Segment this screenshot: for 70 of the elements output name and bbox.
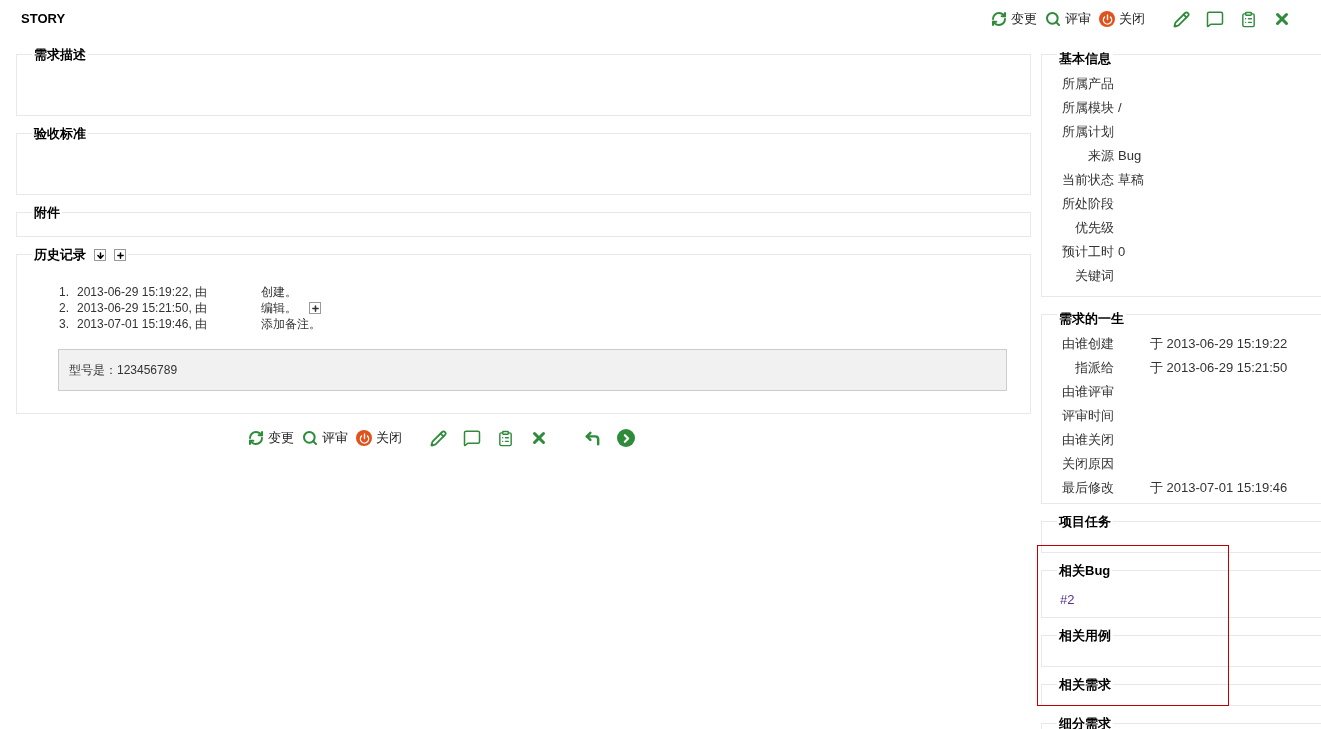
- action-button[interactable]: 关闭: [1099, 9, 1145, 29]
- section-title: 基本信息: [1059, 50, 1111, 68]
- action-button[interactable]: 评审: [1045, 9, 1091, 29]
- section-title: 附件: [34, 204, 60, 222]
- comment-icon: [463, 429, 481, 447]
- field-value: 草稿: [1118, 171, 1144, 189]
- field-label: 关键词: [1074, 267, 1114, 285]
- sort-icon[interactable]: [94, 249, 106, 261]
- section-title: 相关Bug: [1059, 562, 1111, 580]
- action-button[interactable]: 变更: [991, 9, 1037, 29]
- field-value: 0: [1118, 243, 1126, 261]
- history-number: 1.: [58, 284, 69, 300]
- field-label: 最后修改: [1061, 479, 1114, 497]
- bug-link[interactable]: #2: [1060, 590, 1075, 610]
- history-action: 编辑。: [261, 300, 297, 316]
- comment-text: 型号是：123456789: [69, 362, 178, 379]
- power-icon: [1099, 11, 1115, 27]
- field-label: 当前状态: [1061, 171, 1114, 189]
- search-icon: [1045, 11, 1061, 27]
- history-time: 2013-06-29 15:19:22, 由: [77, 284, 209, 300]
- action-button[interactable]: 关闭: [356, 428, 402, 448]
- history-time: 2013-06-29 15:21:50, 由: [77, 300, 209, 316]
- field-label: 所处阶段: [1061, 195, 1114, 213]
- copy-icon: [497, 429, 514, 447]
- page-title: STORY: [21, 10, 66, 29]
- field-label: 预计工时: [1061, 243, 1114, 261]
- action-button[interactable]: 变更: [248, 428, 294, 448]
- field-label: 由谁创建: [1061, 335, 1114, 353]
- field-label: 关闭原因: [1061, 455, 1114, 473]
- refresh-icon: [991, 11, 1007, 27]
- back-icon: [584, 429, 601, 447]
- history-action: 创建。: [261, 284, 297, 300]
- copy-icon: [1240, 10, 1257, 28]
- section-title: 相关需求: [1059, 676, 1111, 694]
- expand-icon[interactable]: [309, 302, 321, 314]
- history-number: 3.: [58, 316, 69, 332]
- field-value: /: [1118, 99, 1122, 117]
- section-title: 需求的一生: [1059, 310, 1124, 328]
- comment-icon: [1206, 10, 1224, 28]
- delete-icon: [1273, 10, 1291, 28]
- next-icon: [617, 429, 635, 447]
- field-label: 由谁关闭: [1061, 431, 1114, 449]
- pencil-icon: [430, 429, 447, 447]
- refresh-icon: [248, 430, 264, 446]
- field-label: 由谁评审: [1061, 383, 1114, 401]
- field-value: 于 2013-06-29 15:21:50: [1150, 359, 1288, 377]
- search-icon: [302, 430, 318, 446]
- power-icon: [356, 430, 372, 446]
- section-title: 相关用例: [1059, 627, 1111, 645]
- history-time: 2013-07-01 15:19:46, 由: [77, 316, 209, 332]
- delete-icon: [530, 429, 548, 447]
- action-button[interactable]: 评审: [302, 428, 348, 448]
- field-label: 所属模块: [1061, 99, 1114, 117]
- field-value: 于 2013-06-29 15:19:22: [1150, 335, 1288, 353]
- field-label: 评审时间: [1061, 407, 1114, 425]
- section-title: 项目任务: [1059, 513, 1111, 531]
- field-label: 来源: [1087, 147, 1114, 165]
- section-title: 验收标准: [34, 125, 86, 143]
- field-label: 优先级: [1074, 219, 1114, 237]
- field-value: Bug: [1118, 147, 1142, 165]
- section-title: 历史记录: [34, 246, 86, 264]
- section-title: 需求描述: [34, 46, 86, 64]
- pencil-icon: [1173, 10, 1190, 28]
- history-number: 2.: [58, 300, 69, 316]
- history-action: 添加备注。: [261, 316, 321, 332]
- field-label: 指派给: [1074, 359, 1114, 377]
- expand-icon[interactable]: [114, 249, 126, 261]
- field-value: 于 2013-07-01 15:19:46: [1150, 479, 1288, 497]
- field-label: 所属产品: [1061, 75, 1114, 93]
- field-label: 所属计划: [1061, 123, 1114, 141]
